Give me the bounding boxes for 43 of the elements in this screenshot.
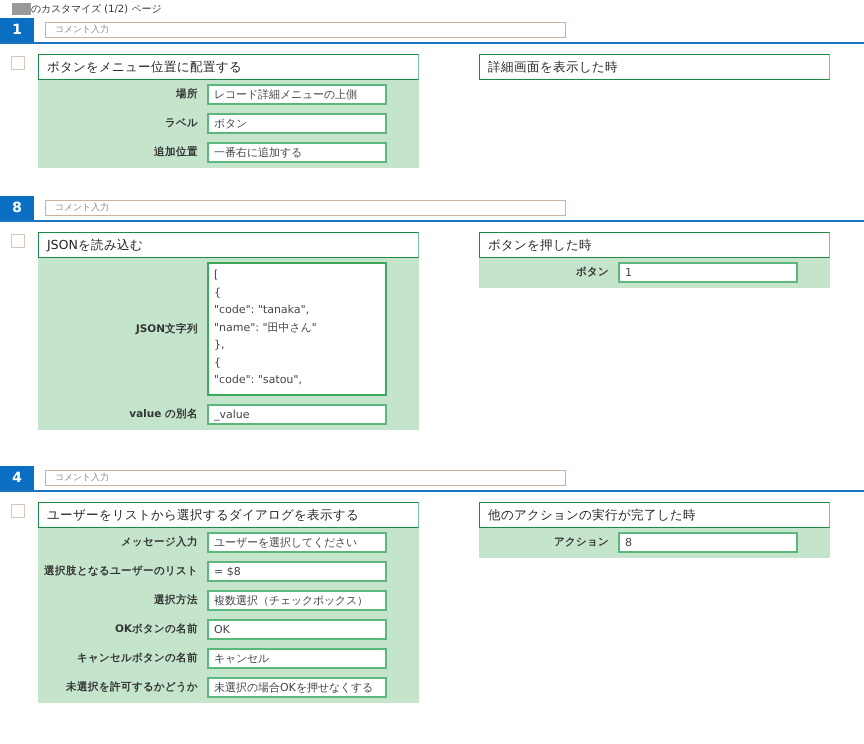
input-field[interactable]: キャンセル [207, 648, 387, 669]
input-field[interactable]: レコード詳細メニューの上側 [207, 84, 387, 105]
input-field[interactable]: ユーザーを選択してください [207, 532, 387, 553]
step-number: 8 [0, 196, 34, 220]
checkbox[interactable] [11, 504, 25, 518]
page-title: のカスタマイズ (1/2) ページ [31, 3, 162, 16]
trigger-title: 詳細画面を表示した時 [479, 54, 830, 80]
field-label: 選択方法 [153, 592, 199, 608]
field-label: ラベル [164, 116, 199, 131]
input-field[interactable]: OK [207, 619, 387, 640]
field-label: JSON文字列 [134, 322, 199, 336]
step-number: 4 [0, 466, 34, 490]
input-field[interactable]: ボタン [207, 113, 387, 134]
step-number: 1 [0, 18, 34, 42]
action-title: ユーザーをリストから選択するダイアログを表示する [38, 502, 419, 528]
field-label: 場所 [174, 87, 199, 102]
field-label: キャンセルボタンの名前 [76, 651, 199, 666]
action-title: JSONを読み込む [38, 232, 419, 258]
input-field[interactable]: _value [207, 404, 387, 425]
field-label: 追加位置 [153, 145, 199, 160]
checkbox[interactable] [11, 56, 25, 70]
field-label: アクション [553, 535, 610, 550]
input-field[interactable]: 1 [618, 262, 798, 283]
field-label: 未選択を許可するかどうか [65, 680, 199, 695]
redacted-block [12, 3, 31, 15]
input-field[interactable]: 一番右に追加する [207, 142, 387, 163]
field-label: ボタン [575, 265, 610, 280]
input-field[interactable]: = $8 [207, 561, 387, 582]
field-label: メッセージ入力 [120, 535, 199, 550]
action-title: ボタンをメニュー位置に配置する [38, 54, 419, 80]
comment-field[interactable]: コメント入力 [45, 470, 566, 486]
comment-field[interactable]: コメント入力 [45, 200, 566, 216]
trigger-title: 他のアクションの実行が完了した時 [479, 502, 830, 528]
field-label: OKボタンの名前 [114, 622, 199, 637]
comment-field[interactable]: コメント入力 [45, 22, 566, 38]
trigger-title: ボタンを押した時 [479, 232, 830, 258]
input-field[interactable]: 未選択の場合OKを押せなくする [207, 677, 387, 698]
input-field[interactable]: 8 [618, 532, 798, 553]
field-label: value の別名 [128, 407, 199, 422]
checkbox[interactable] [11, 234, 25, 248]
input-field[interactable]: 複数選択（チェックボックス） [207, 590, 387, 611]
field-label: 選択肢となるユーザーのリスト [43, 564, 199, 579]
text-area[interactable]: [ { "code": "tanaka", "name": "田中さん" }, { "code": "satou", [207, 262, 387, 396]
